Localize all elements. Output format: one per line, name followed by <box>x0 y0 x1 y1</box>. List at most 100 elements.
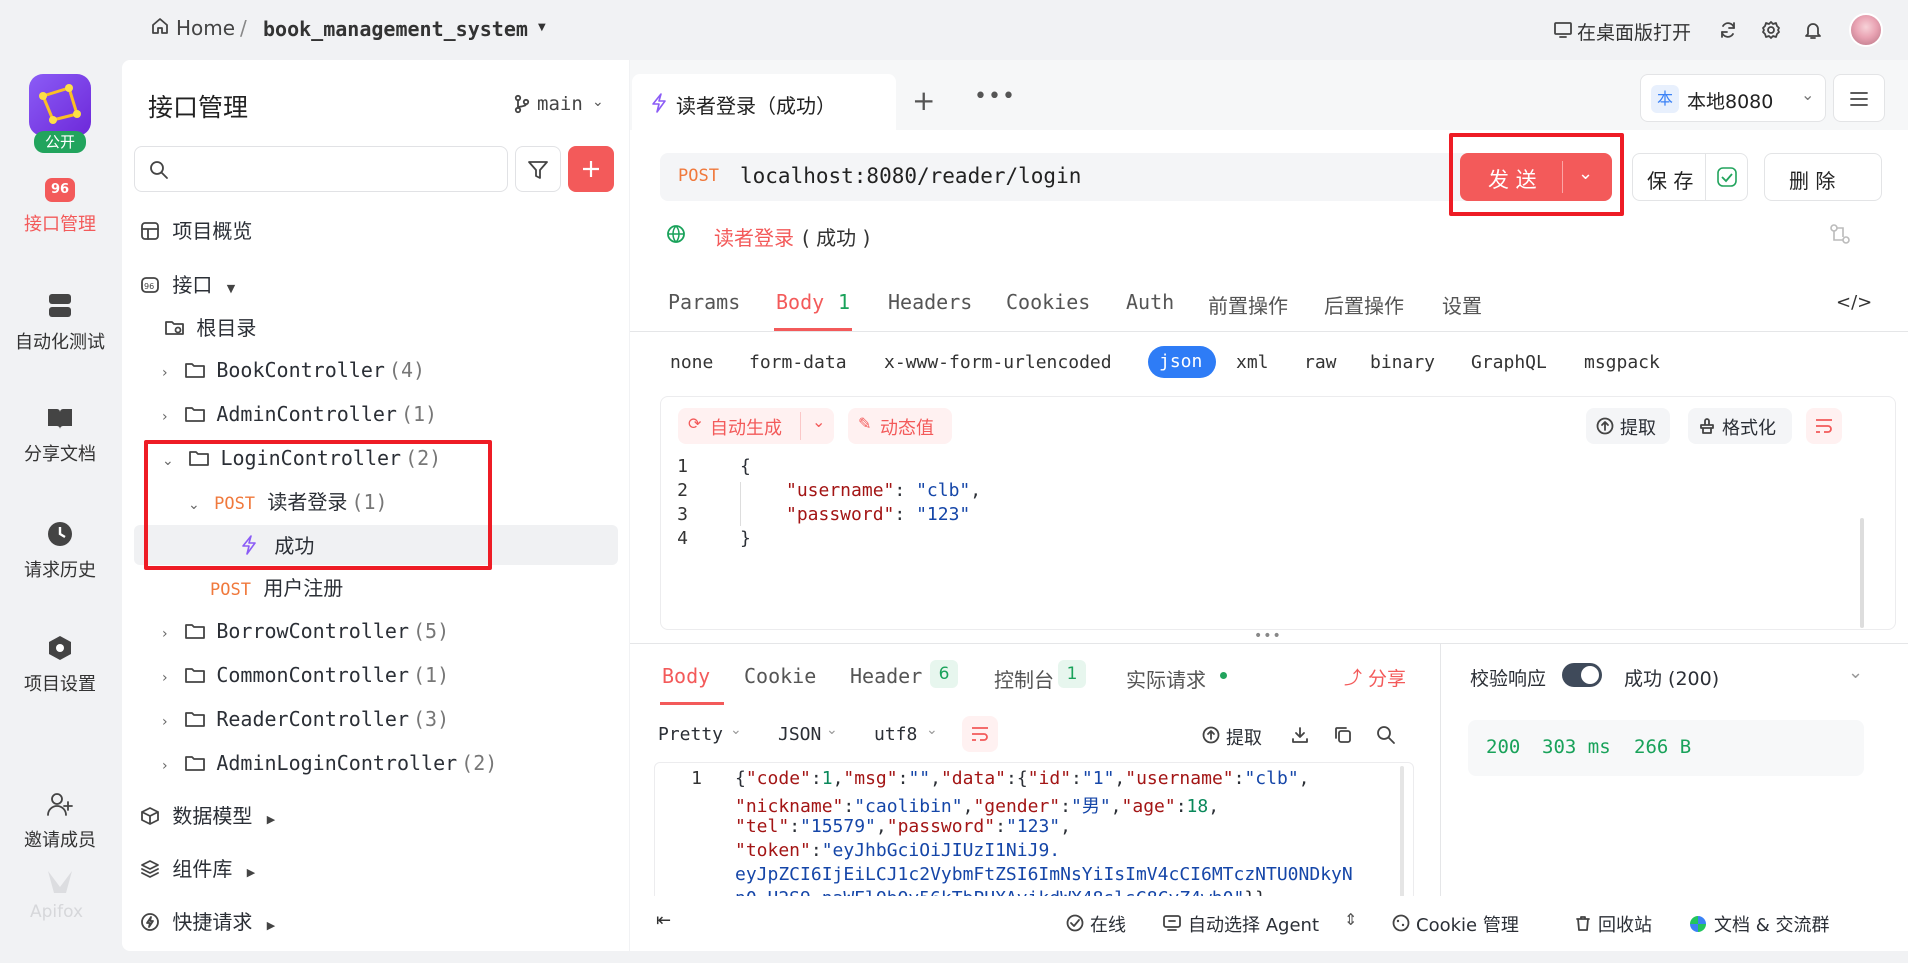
wrap-button[interactable] <box>1806 408 1842 444</box>
case-name[interactable]: 读者登录 <box>714 222 794 251</box>
more-tabs-button[interactable]: ••• <box>974 84 1016 109</box>
share-button[interactable]: 分享 <box>1368 664 1406 691</box>
sidebar-item-quick-request[interactable]: 快捷请求 ▶ <box>140 904 275 940</box>
avatar[interactable] <box>1849 13 1883 47</box>
tab-params[interactable]: Params <box>668 290 740 314</box>
tab-body[interactable]: Body <box>776 290 824 314</box>
project-logo[interactable] <box>29 74 91 136</box>
docs-community[interactable]: 文档 & 交流群 <box>1714 911 1829 937</box>
delete-button[interactable]: 删 除 <box>1764 153 1882 201</box>
chevron-down-icon[interactable]: ⌄ <box>1848 662 1863 683</box>
body-type-urlencoded[interactable]: x-www-form-urlencoded <box>884 352 1112 373</box>
url-input[interactable]: localhost:8080/reader/login <box>740 164 1081 188</box>
search-icon[interactable] <box>1376 725 1396 745</box>
tree-folder[interactable]: › BorrowController (5) <box>162 613 449 649</box>
tab-auth[interactable]: Auth <box>1126 290 1174 314</box>
tree-root[interactable]: 根目录 <box>164 310 256 346</box>
chevron-down-icon[interactable]: ⌄ <box>812 412 825 431</box>
chevron-down-icon[interactable]: ⌄ <box>826 722 838 738</box>
body-type-binary[interactable]: binary <box>1370 352 1435 373</box>
agent-selector[interactable]: 自动选择 Agent <box>1188 911 1319 937</box>
extract-button[interactable]: 提取 <box>1586 408 1670 444</box>
rail-item-share-docs[interactable]: 分享文档 <box>0 406 120 466</box>
open-desktop-link[interactable]: 在桌面版打开 <box>1577 18 1691 45</box>
tab-active[interactable]: 读者登录（成功） <box>632 74 896 130</box>
chevron-down-icon[interactable]: ⌄ <box>926 722 938 738</box>
auto-generate-button[interactable]: ⟳ 自动生成 ⌄ <box>678 408 834 444</box>
body-type-raw[interactable]: raw <box>1304 352 1337 373</box>
code-icon[interactable]: </> <box>1836 292 1872 313</box>
home-link[interactable]: Home <box>176 16 235 40</box>
chevron-down-icon[interactable]: ⌄ <box>730 722 742 738</box>
wrap-button[interactable] <box>962 716 998 752</box>
rail-item-settings[interactable]: 项目设置 <box>0 634 120 696</box>
check-icon[interactable] <box>1716 166 1738 188</box>
body-type-xml[interactable]: xml <box>1236 352 1269 373</box>
tree-folder[interactable]: › ReaderController (3) <box>162 701 449 737</box>
upload-icon[interactable] <box>1202 726 1220 744</box>
dynamic-value-button[interactable]: ✎ 动态值 <box>848 408 952 444</box>
filter-button[interactable] <box>515 146 561 192</box>
gear-icon[interactable] <box>1761 20 1781 40</box>
caret-down-icon[interactable]: ▼ <box>538 22 546 33</box>
environment-selector[interactable]: 本 本地8080 ⌄ <box>1640 74 1826 122</box>
resp-tab-body[interactable]: Body <box>662 664 710 688</box>
resp-tab-cookie[interactable]: Cookie <box>744 664 816 688</box>
editor-scrollbar[interactable] <box>1860 518 1864 628</box>
method-selector[interactable]: POST <box>678 166 719 186</box>
rail-item-history[interactable]: 请求历史 <box>0 520 120 582</box>
encoding-selector[interactable]: utf8 <box>874 724 917 745</box>
cookie-manager[interactable]: Cookie 管理 <box>1416 911 1519 937</box>
format-selector[interactable]: JSON <box>778 724 821 745</box>
resp-tab-actual-request[interactable]: 实际请求 <box>1126 664 1206 693</box>
tree-folder[interactable]: › CommonController (1) <box>162 657 449 693</box>
tree-folder[interactable]: › AdminController (1) <box>162 396 437 432</box>
home-icon[interactable] <box>150 16 170 36</box>
search-input[interactable] <box>134 146 508 192</box>
new-tab-button[interactable]: + <box>912 84 935 117</box>
rail-item-automation[interactable]: 自动化测试 <box>0 292 120 354</box>
desktop-icon[interactable] <box>1553 20 1573 40</box>
body-type-graphql[interactable]: GraphQL <box>1471 352 1547 373</box>
online-status[interactable]: 在线 <box>1090 911 1126 937</box>
tab-pre-ops[interactable]: 前置操作 <box>1208 290 1288 319</box>
resp-tab-header[interactable]: Header <box>850 664 922 688</box>
validate-toggle[interactable] <box>1562 663 1602 687</box>
tab-settings[interactable]: 设置 <box>1442 290 1482 319</box>
bell-icon[interactable] <box>1803 20 1823 40</box>
rail-item-invite[interactable]: 邀请成员 <box>0 790 120 852</box>
resp-tab-console[interactable]: 控制台 <box>994 664 1054 693</box>
branch-selector[interactable]: main <box>537 93 583 115</box>
tree-folder[interactable]: › AdminLoginController (2) <box>162 745 497 781</box>
tree-folder[interactable]: › BookController (4) <box>162 352 425 388</box>
rail-item-api-management[interactable]: 96 接口管理 <box>0 178 120 236</box>
body-type-form-data[interactable]: form-data <box>749 352 847 373</box>
sidebar-item-data-models[interactable]: 数据模型 ▶ <box>140 798 275 834</box>
resize-handle[interactable]: ••• <box>1254 628 1282 644</box>
sidebar-item-overview[interactable]: 项目概览 <box>140 213 252 249</box>
body-type-json-chip[interactable]: json <box>1148 346 1216 378</box>
sidebar-item-components[interactable]: 组件库 ▶ <box>140 851 255 887</box>
tab-headers[interactable]: Headers <box>888 290 972 314</box>
validate-state[interactable]: 成功 (200) <box>1624 664 1719 691</box>
body-type-none[interactable]: none <box>670 352 713 373</box>
pretty-selector[interactable]: Pretty <box>658 724 723 745</box>
branch-icon[interactable] <box>514 94 530 114</box>
up-down-icon[interactable]: ⇕ <box>1344 910 1357 929</box>
menu-button[interactable] <box>1833 74 1885 122</box>
add-button[interactable] <box>568 146 614 192</box>
copy-icon[interactable] <box>1333 725 1353 745</box>
url-bar[interactable]: POST localhost:8080/reader/login <box>660 153 1482 201</box>
refresh-icon[interactable] <box>1718 20 1738 40</box>
share-icon[interactable]: ⤴ <box>1344 664 1362 690</box>
download-icon[interactable] <box>1290 725 1310 745</box>
tree-api-item[interactable]: POST 用户注册 <box>210 570 343 606</box>
extract-button[interactable]: 提取 <box>1226 724 1262 750</box>
collapse-sidebar-icon[interactable]: ⇤ <box>656 910 671 931</box>
body-type-msgpack[interactable]: msgpack <box>1584 352 1660 373</box>
save-button[interactable]: 保 存 <box>1632 153 1748 201</box>
diagram-icon[interactable] <box>1828 222 1852 246</box>
tab-post-ops[interactable]: 后置操作 <box>1324 290 1404 319</box>
chevron-down-icon[interactable]: ⌄ <box>592 94 604 110</box>
project-name[interactable]: book_management_system <box>263 17 528 41</box>
